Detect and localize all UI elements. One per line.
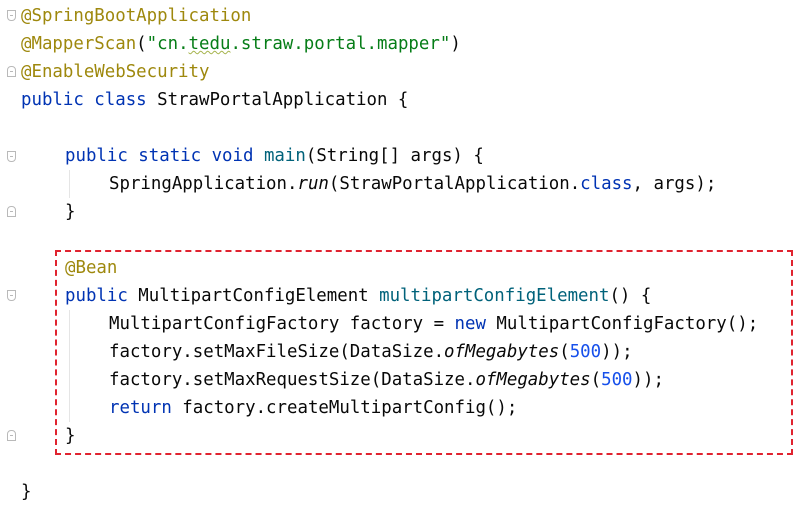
code-token: , args); [632, 174, 717, 194]
code-token: ) [450, 34, 461, 54]
code-line[interactable]: public MultipartConfigElement multipartC… [65, 282, 651, 310]
keyword: class [580, 174, 633, 194]
number-literal: 500 [601, 370, 633, 390]
fold-toggle-icon[interactable] [7, 151, 16, 162]
code-token: )); [632, 370, 664, 390]
code-token: SpringApplication. [109, 174, 298, 194]
method-name: multipartConfigElement [379, 286, 610, 306]
fold-toggle-icon[interactable] [7, 430, 16, 441]
code-token: () { [609, 286, 652, 306]
code-token: )); [601, 342, 633, 362]
closing-brace: } [21, 482, 32, 502]
static-method-call: run [297, 174, 329, 194]
code-editor[interactable]: @SpringBootApplication @MapperScan("cn.t… [0, 0, 797, 506]
annotation: @EnableWebSecurity [21, 62, 210, 82]
fold-toggle-icon[interactable] [7, 10, 16, 21]
annotation: @Bean [65, 258, 118, 278]
keyword: new [454, 314, 486, 334]
code-line[interactable]: } [65, 198, 75, 226]
code-line[interactable]: SpringApplication.run(StrawPortalApplica… [109, 170, 716, 198]
code-token: (StrawPortalApplication. [328, 174, 581, 194]
code-token: factory.setMaxRequestSize(DataSize. [109, 370, 476, 390]
code-line[interactable]: return factory.createMultipartConfig(); [109, 394, 517, 422]
annotation: @MapperScan [21, 34, 137, 54]
method-name: main [263, 146, 306, 166]
code-line[interactable]: public static void main(String[] args) { [65, 142, 484, 170]
closing-brace: } [65, 426, 76, 446]
code-line[interactable]: factory.setMaxFileSize(DataSize.ofMegaby… [109, 338, 633, 366]
class-declaration: StrawPortalApplication { [146, 90, 409, 110]
code-line[interactable]: } [21, 478, 31, 506]
code-line[interactable]: @EnableWebSecurity [21, 58, 209, 86]
keyword: return [109, 398, 172, 418]
code-token: factory.createMultipartConfig(); [171, 398, 518, 418]
code-line[interactable]: } [65, 422, 75, 450]
editor-gutter [0, 0, 18, 506]
closing-brace: } [65, 202, 76, 222]
indent-guide [69, 170, 70, 198]
fold-toggle-icon[interactable] [7, 290, 16, 301]
keyword: public [65, 286, 128, 306]
code-line[interactable]: @MapperScan("cn.tedu.straw.portal.mapper… [21, 30, 461, 58]
code-line[interactable]: @Bean [65, 254, 117, 282]
static-method-call: ofMegabytes [444, 342, 560, 362]
string-literal-text: "cn.tedu.straw.portal.mapper" [146, 34, 451, 54]
code-line[interactable]: MultipartConfigFactory factory = new Mul… [109, 310, 758, 338]
fold-toggle-icon[interactable] [7, 206, 16, 217]
code-token: ( [136, 34, 147, 54]
static-method-call: ofMegabytes [475, 370, 591, 390]
string-literal: "cn.tedu.straw.portal.mapper" [147, 34, 451, 54]
code-line[interactable]: public class StrawPortalApplication { [21, 86, 408, 114]
keyword: public class [21, 90, 147, 110]
code-token: ( [590, 370, 602, 390]
return-type: MultipartConfigElement [127, 286, 380, 306]
number-literal: 500 [569, 342, 602, 362]
fold-toggle-icon[interactable] [7, 66, 16, 77]
spellcheck-squiggle: tedu [188, 34, 231, 54]
method-params: (String[] args) { [305, 146, 484, 166]
code-line[interactable]: @SpringBootApplication [21, 2, 251, 30]
code-token: MultipartConfigFactory factory = [109, 314, 455, 334]
keyword: public static void [65, 146, 254, 166]
code-token: factory.setMaxFileSize(DataSize. [109, 342, 445, 362]
code-line[interactable]: factory.setMaxRequestSize(DataSize.ofMeg… [109, 366, 664, 394]
code-token: MultipartConfigFactory(); [485, 314, 759, 334]
indent-guide [69, 310, 70, 422]
annotation: @SpringBootApplication [21, 6, 252, 26]
code-token: ( [559, 342, 570, 362]
